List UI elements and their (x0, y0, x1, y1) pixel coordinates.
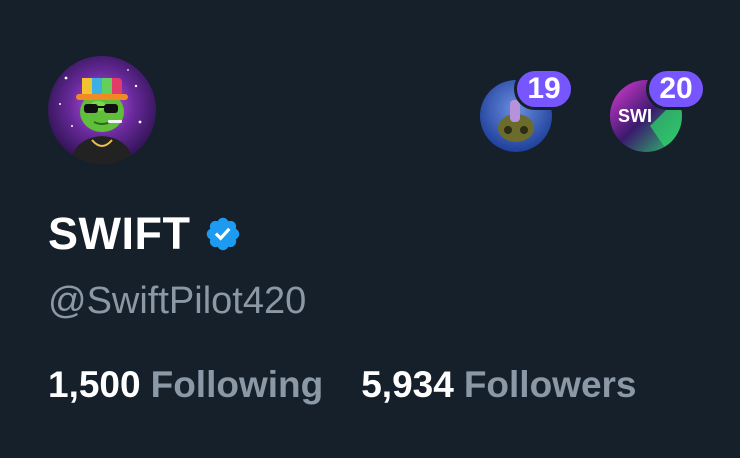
follow-stats: 1,500 Following 5,934 Followers (48, 364, 637, 406)
notification-badge: 20 (646, 68, 706, 110)
followers-link[interactable]: 5,934 Followers (361, 364, 636, 406)
following-label: Following (150, 364, 324, 405)
svg-text:SWI: SWI (618, 106, 652, 126)
followers-label: Followers (463, 364, 637, 405)
name-row: SWIFT (48, 206, 242, 262)
account-switch-2[interactable]: SWI 20 (610, 68, 706, 152)
profile-avatar[interactable] (48, 56, 156, 164)
following-count: 1,500 (48, 364, 141, 405)
followers-count: 5,934 (361, 364, 454, 405)
verified-badge-icon[interactable] (204, 215, 242, 253)
weed-character-avatar-icon (48, 56, 156, 164)
following-link[interactable]: 1,500 Following (48, 364, 323, 406)
profile-header: 19 SWI 20 SWIFT @SwiftPilot420 1,500 Fol… (0, 0, 740, 458)
account-switch-1[interactable]: 19 (480, 68, 574, 152)
display-name: SWIFT (48, 208, 191, 259)
notification-badge: 19 (514, 68, 574, 110)
user-handle: @SwiftPilot420 (48, 280, 307, 322)
